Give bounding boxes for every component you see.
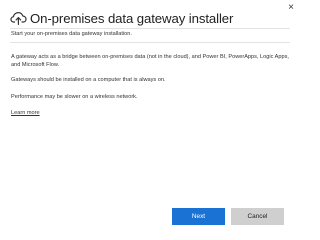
always-on-paragraph: Gateways should be installed on a comput…	[11, 77, 166, 83]
wireless-paragraph: Performance may be slower on a wireless …	[11, 94, 138, 100]
learn-more-link[interactable]: Learn more	[11, 110, 40, 116]
next-button[interactable]: Next	[172, 208, 225, 225]
cancel-button[interactable]: Cancel	[231, 208, 284, 225]
dialog-title: On-premises data gateway installer	[30, 10, 234, 26]
description-paragraph: A gateway acts as a bridge between on-pr…	[11, 54, 289, 68]
title-row: On-premises data gateway installer	[10, 9, 233, 27]
subtitle-divider	[10, 42, 290, 43]
cloud-upload-icon	[10, 11, 27, 25]
header-divider	[10, 28, 290, 29]
dialog-subtitle: Start your on-premises data gateway inst…	[11, 31, 132, 37]
close-button[interactable]: ×	[285, 2, 297, 14]
installer-dialog: × On-premises data gateway installer Sta…	[0, 0, 300, 240]
